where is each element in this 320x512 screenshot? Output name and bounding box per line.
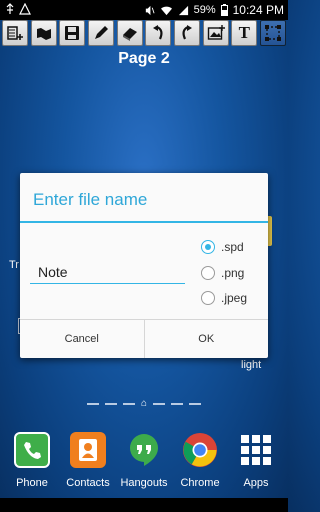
mute-icon (144, 5, 155, 16)
dock-label: Contacts (66, 477, 110, 489)
image-icon (207, 25, 225, 40)
redo-icon (182, 25, 192, 40)
dialog-title: Enter file name (33, 190, 148, 209)
file-name-dialog: Enter file name .spd .png .jpeg Cancel O… (20, 173, 268, 358)
eraser-icon (122, 28, 137, 41)
undo-icon (153, 25, 163, 40)
add-page-button[interactable] (2, 20, 28, 46)
dock-item-chrome[interactable]: Chrome (172, 432, 228, 494)
text-button[interactable]: T (231, 20, 258, 46)
radio-spd[interactable] (201, 240, 215, 254)
notification-icons (4, 2, 32, 18)
wifi-icon (160, 5, 173, 16)
pen-icon (94, 26, 108, 39)
text-icon: T (238, 23, 250, 42)
widget-label-fragment: Tr (9, 259, 19, 271)
widget-label-fragment-right: light (241, 359, 262, 371)
page-indicator-dash[interactable] (86, 402, 99, 405)
image-button[interactable] (202, 20, 229, 46)
format-option-jpeg[interactable]: .jpeg (201, 291, 247, 305)
page-title: Page 2 (118, 50, 170, 67)
open-folder-icon (36, 28, 51, 40)
contacts-icon (70, 432, 106, 468)
signal-icon (178, 5, 189, 16)
home-page-indicator: ⌂ (0, 398, 288, 409)
bottom-bar (0, 498, 288, 512)
dock-label: Apps (243, 477, 269, 489)
radio-png[interactable] (201, 266, 215, 280)
app-dock: Phone Contacts Hangouts Chrome Apps (0, 432, 288, 494)
page-indicator-dash[interactable] (104, 402, 117, 405)
add-page-icon (7, 26, 23, 40)
dock-label: Hangouts (120, 477, 168, 489)
file-name-input[interactable] (30, 260, 185, 284)
format-option-spd[interactable]: .spd (201, 240, 244, 254)
page-indicator-dash[interactable] (189, 402, 202, 405)
warning-icon (19, 2, 32, 15)
ok-button[interactable]: OK (143, 320, 269, 358)
clock: 10:24 PM (232, 3, 284, 17)
format-option-label: .png (221, 266, 245, 280)
format-option-png[interactable]: .png (201, 266, 244, 280)
dock-item-apps[interactable]: Apps (228, 432, 284, 494)
select-icon (264, 25, 281, 41)
dock-item-phone[interactable]: Phone (4, 432, 60, 494)
eraser-button[interactable] (116, 20, 143, 46)
save-icon (65, 26, 80, 40)
format-option-label: .spd (221, 240, 244, 254)
battery-percent: 59% (193, 4, 216, 16)
dialog-buttons: Cancel OK (20, 319, 268, 358)
dock-item-contacts[interactable]: Contacts (60, 432, 116, 494)
status-bar: 59% 10:24 PM (0, 0, 288, 20)
save-button[interactable] (59, 20, 86, 46)
redo-button[interactable] (173, 20, 200, 46)
dialog-divider (20, 221, 268, 223)
pen-button[interactable] (87, 20, 114, 46)
undo-button[interactable] (145, 20, 172, 46)
toolbar: T (0, 20, 288, 46)
chrome-icon (182, 432, 218, 468)
dock-label: Phone (16, 477, 48, 489)
page-indicator-dash[interactable] (171, 402, 184, 405)
home-icon[interactable]: ⌂ (141, 398, 147, 409)
format-option-label: .jpeg (221, 291, 248, 305)
dock-item-hangouts[interactable]: Hangouts (116, 432, 172, 494)
phone-icon (14, 432, 50, 468)
apps-grid-icon (238, 432, 274, 468)
battery-icon (220, 4, 228, 16)
dock-label: Chrome (180, 477, 220, 489)
page-indicator-dash[interactable] (153, 402, 166, 405)
open-button[interactable] (30, 20, 57, 46)
hangouts-icon (126, 432, 162, 468)
usb-icon (6, 3, 14, 14)
radio-jpeg[interactable] (201, 291, 215, 305)
page-indicator-dash[interactable] (122, 402, 135, 405)
cancel-button[interactable]: Cancel (20, 320, 144, 358)
select-button[interactable] (259, 20, 286, 46)
